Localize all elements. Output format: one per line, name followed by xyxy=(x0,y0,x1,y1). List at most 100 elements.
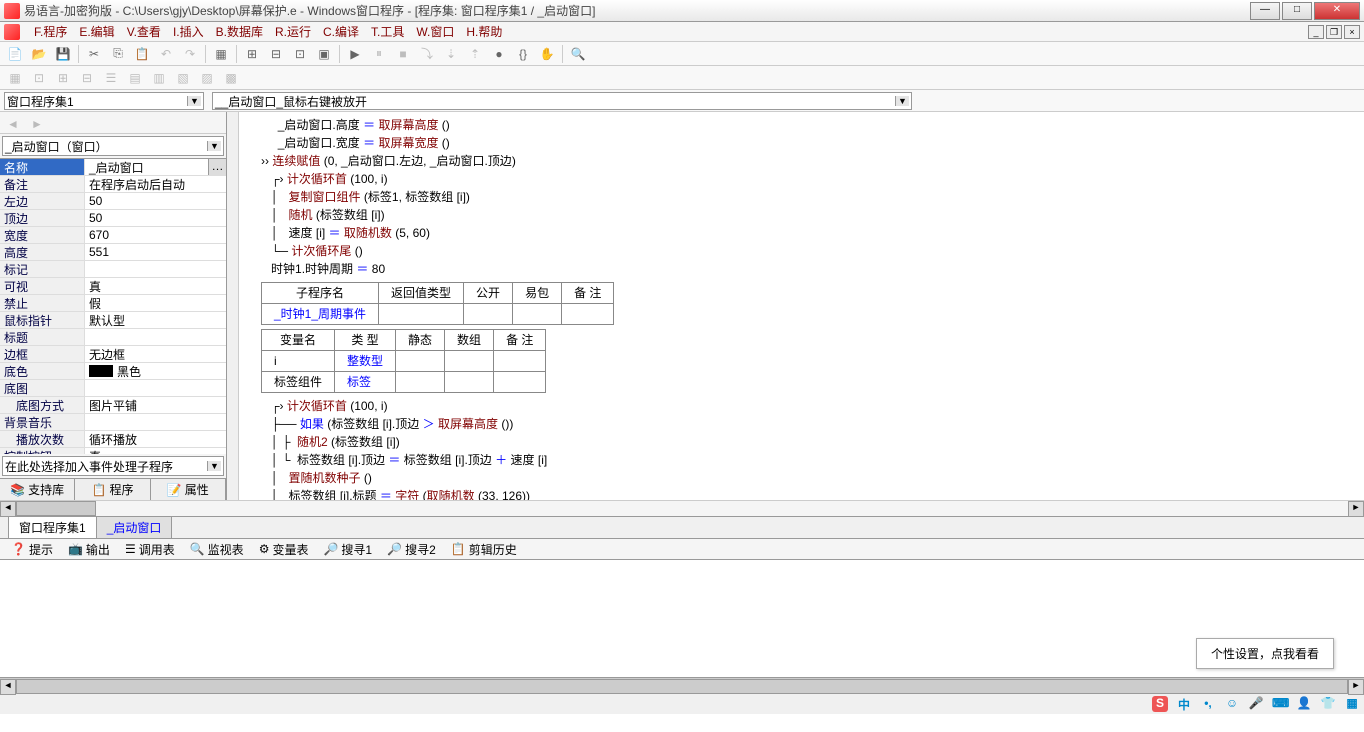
tb2-icon-8[interactable]: ▧ xyxy=(172,68,194,88)
prop-tag-value[interactable] xyxy=(85,261,226,277)
brackets-icon[interactable]: {} xyxy=(512,44,534,64)
prop-playcount-label[interactable]: 播放次数 xyxy=(0,431,85,447)
ime-keyboard-icon[interactable]: ⌨ xyxy=(1272,696,1288,712)
mdi-close[interactable]: × xyxy=(1344,25,1360,39)
layout3-icon[interactable]: ⊡ xyxy=(289,44,311,64)
form-icon[interactable]: ▦ xyxy=(210,44,232,64)
open-icon[interactable]: 📂 xyxy=(28,44,50,64)
prop-cursor-value[interactable]: 默认型 xyxy=(85,312,226,328)
cut-icon[interactable]: ✂ xyxy=(83,44,105,64)
prop-cursor-label[interactable]: 鼠标指针 xyxy=(0,312,85,328)
tb2-icon-10[interactable]: ▩ xyxy=(220,68,242,88)
prop-height-value[interactable]: 551 xyxy=(85,244,226,260)
prop-bgmode-value[interactable]: 图片平铺 xyxy=(85,397,226,413)
scroll-right-icon[interactable]: ► xyxy=(1348,501,1364,517)
prop-note-label[interactable]: 备注 xyxy=(0,176,85,192)
mdi-minimize[interactable]: _ xyxy=(1308,25,1324,39)
program-set-dropdown[interactable]: 窗口程序集1 ▼ xyxy=(4,92,204,110)
prop-backcolor-value[interactable]: 黑色 xyxy=(85,363,226,379)
prop-title-value[interactable] xyxy=(85,329,226,345)
menu-run[interactable]: R.运行 xyxy=(269,21,317,42)
ime-lang-icon[interactable]: 中 xyxy=(1176,696,1192,712)
ellipsis-icon[interactable]: … xyxy=(208,159,226,175)
prop-bgmusic-label[interactable]: 背景音乐 xyxy=(0,414,85,430)
subroutine-table[interactable]: 子程序名返回值类型公开易包备 注 _时钟1_周期事件 xyxy=(261,282,614,325)
redo-icon[interactable]: ↷ xyxy=(179,44,201,64)
tab-clipboard[interactable]: 📋 剪辑历史 xyxy=(444,538,524,561)
mdi-restore[interactable]: ❐ xyxy=(1326,25,1342,39)
prop-top-value[interactable]: 50 xyxy=(85,210,226,226)
stepin-icon[interactable]: ⇣ xyxy=(440,44,462,64)
new-icon[interactable]: 📄 xyxy=(4,44,26,64)
scroll-left-icon[interactable]: ◄ xyxy=(0,679,16,695)
scroll-thumb[interactable] xyxy=(16,501,96,516)
tab-calltable[interactable]: ☰ 调用表 xyxy=(118,538,182,561)
prop-width-label[interactable]: 宽度 xyxy=(0,227,85,243)
prop-left-label[interactable]: 左边 xyxy=(0,193,85,209)
panel-fwd-icon[interactable]: ► xyxy=(26,114,48,134)
stop-icon[interactable]: ■ xyxy=(392,44,414,64)
tab-find2[interactable]: 🔎 搜寻2 xyxy=(380,538,443,561)
menu-window[interactable]: W.窗口 xyxy=(410,21,460,42)
tab-support-lib[interactable]: 📚 支持库 xyxy=(0,479,75,500)
prop-tag-label[interactable]: 标记 xyxy=(0,261,85,277)
ime-skin-icon[interactable]: 👕 xyxy=(1320,696,1336,712)
menu-program[interactable]: F.程序 xyxy=(28,21,73,42)
ime-mic-icon[interactable]: 🎤 xyxy=(1248,696,1264,712)
tab-start-window[interactable]: _启动窗口 xyxy=(96,516,173,538)
output-panel[interactable]: 个性设置，点我看看 xyxy=(0,560,1364,678)
subroutine-name-cell[interactable]: _时钟1_周期事件 xyxy=(262,304,379,325)
menu-view[interactable]: V.查看 xyxy=(121,21,167,42)
prop-width-value[interactable]: 670 xyxy=(85,227,226,243)
run-icon[interactable]: ▶ xyxy=(344,44,366,64)
ime-punct-icon[interactable]: •, xyxy=(1200,696,1216,712)
stepout-icon[interactable]: ⇡ xyxy=(464,44,486,64)
menu-database[interactable]: B.数据库 xyxy=(210,21,269,42)
ime-face-icon[interactable]: ☺ xyxy=(1224,696,1240,712)
stepover-icon[interactable]: ⤵ xyxy=(416,44,438,64)
prop-top-label[interactable]: 顶边 xyxy=(0,210,85,226)
tb2-icon-5[interactable]: ☰ xyxy=(100,68,122,88)
tab-variables[interactable]: ⚙ 变量表 xyxy=(252,538,316,561)
prop-title-label[interactable]: 标题 xyxy=(0,329,85,345)
prop-height-label[interactable]: 高度 xyxy=(0,244,85,260)
layout4-icon[interactable]: ▣ xyxy=(313,44,335,64)
code-editor[interactable]: _启动窗口.高度 ＝ 取屏幕高度 () _启动窗口.宽度 ＝ 取屏幕宽度 () … xyxy=(227,112,1364,500)
ime-user-icon[interactable]: 👤 xyxy=(1296,696,1312,712)
breakpoint-icon[interactable]: ● xyxy=(488,44,510,64)
prop-bgmode-label[interactable]: 底图方式 xyxy=(0,397,85,413)
layout2-icon[interactable]: ⊟ xyxy=(265,44,287,64)
var-type-cell[interactable]: 标签 xyxy=(335,372,396,393)
prop-playcount-value[interactable]: 循环播放 xyxy=(85,431,226,447)
prop-ctrlbtn-label[interactable]: 控制按钮 xyxy=(0,448,85,454)
tb2-icon-9[interactable]: ▨ xyxy=(196,68,218,88)
tab-find1[interactable]: 🔎 搜寻1 xyxy=(316,538,379,561)
tab-program[interactable]: 📋 程序 xyxy=(75,479,150,500)
ime-grid-icon[interactable]: ▦ xyxy=(1344,696,1360,712)
prop-ctrlbtn-value[interactable]: 真 xyxy=(85,448,226,454)
maximize-button[interactable]: □ xyxy=(1282,2,1312,20)
prop-border-value[interactable]: 无边框 xyxy=(85,346,226,362)
settings-tooltip[interactable]: 个性设置，点我看看 xyxy=(1196,638,1334,669)
tb2-icon-6[interactable]: ▤ xyxy=(124,68,146,88)
menu-tools[interactable]: T.工具 xyxy=(365,21,410,42)
tb2-icon-2[interactable]: ⊡ xyxy=(28,68,50,88)
scroll-left-icon[interactable]: ◄ xyxy=(0,501,16,517)
tb2-icon-7[interactable]: ▥ xyxy=(148,68,170,88)
scroll-thumb[interactable] xyxy=(16,679,1348,694)
tab-output[interactable]: 📺 输出 xyxy=(61,538,117,561)
prop-disabled-label[interactable]: 禁止 xyxy=(0,295,85,311)
prop-name-value[interactable]: _启动窗口… xyxy=(85,159,226,175)
save-icon[interactable]: 💾 xyxy=(52,44,74,64)
var-type-cell[interactable]: 整数型 xyxy=(335,351,396,372)
prop-visible-label[interactable]: 可视 xyxy=(0,278,85,294)
prop-name-label[interactable]: 名称 xyxy=(0,159,85,175)
variable-table[interactable]: 变量名类 型静态数组备 注 i整数型 标签组件标签 xyxy=(261,329,546,393)
prop-bgimage-value[interactable] xyxy=(85,380,226,396)
tab-tip[interactable]: ❓ 提示 xyxy=(4,538,60,561)
tab-program-set[interactable]: 窗口程序集1 xyxy=(8,516,97,538)
panel-back-icon[interactable]: ◄ xyxy=(2,114,24,134)
pause-icon[interactable]: ⏸ xyxy=(368,44,390,64)
undo-icon[interactable]: ↶ xyxy=(155,44,177,64)
prop-bgimage-label[interactable]: 底图 xyxy=(0,380,85,396)
